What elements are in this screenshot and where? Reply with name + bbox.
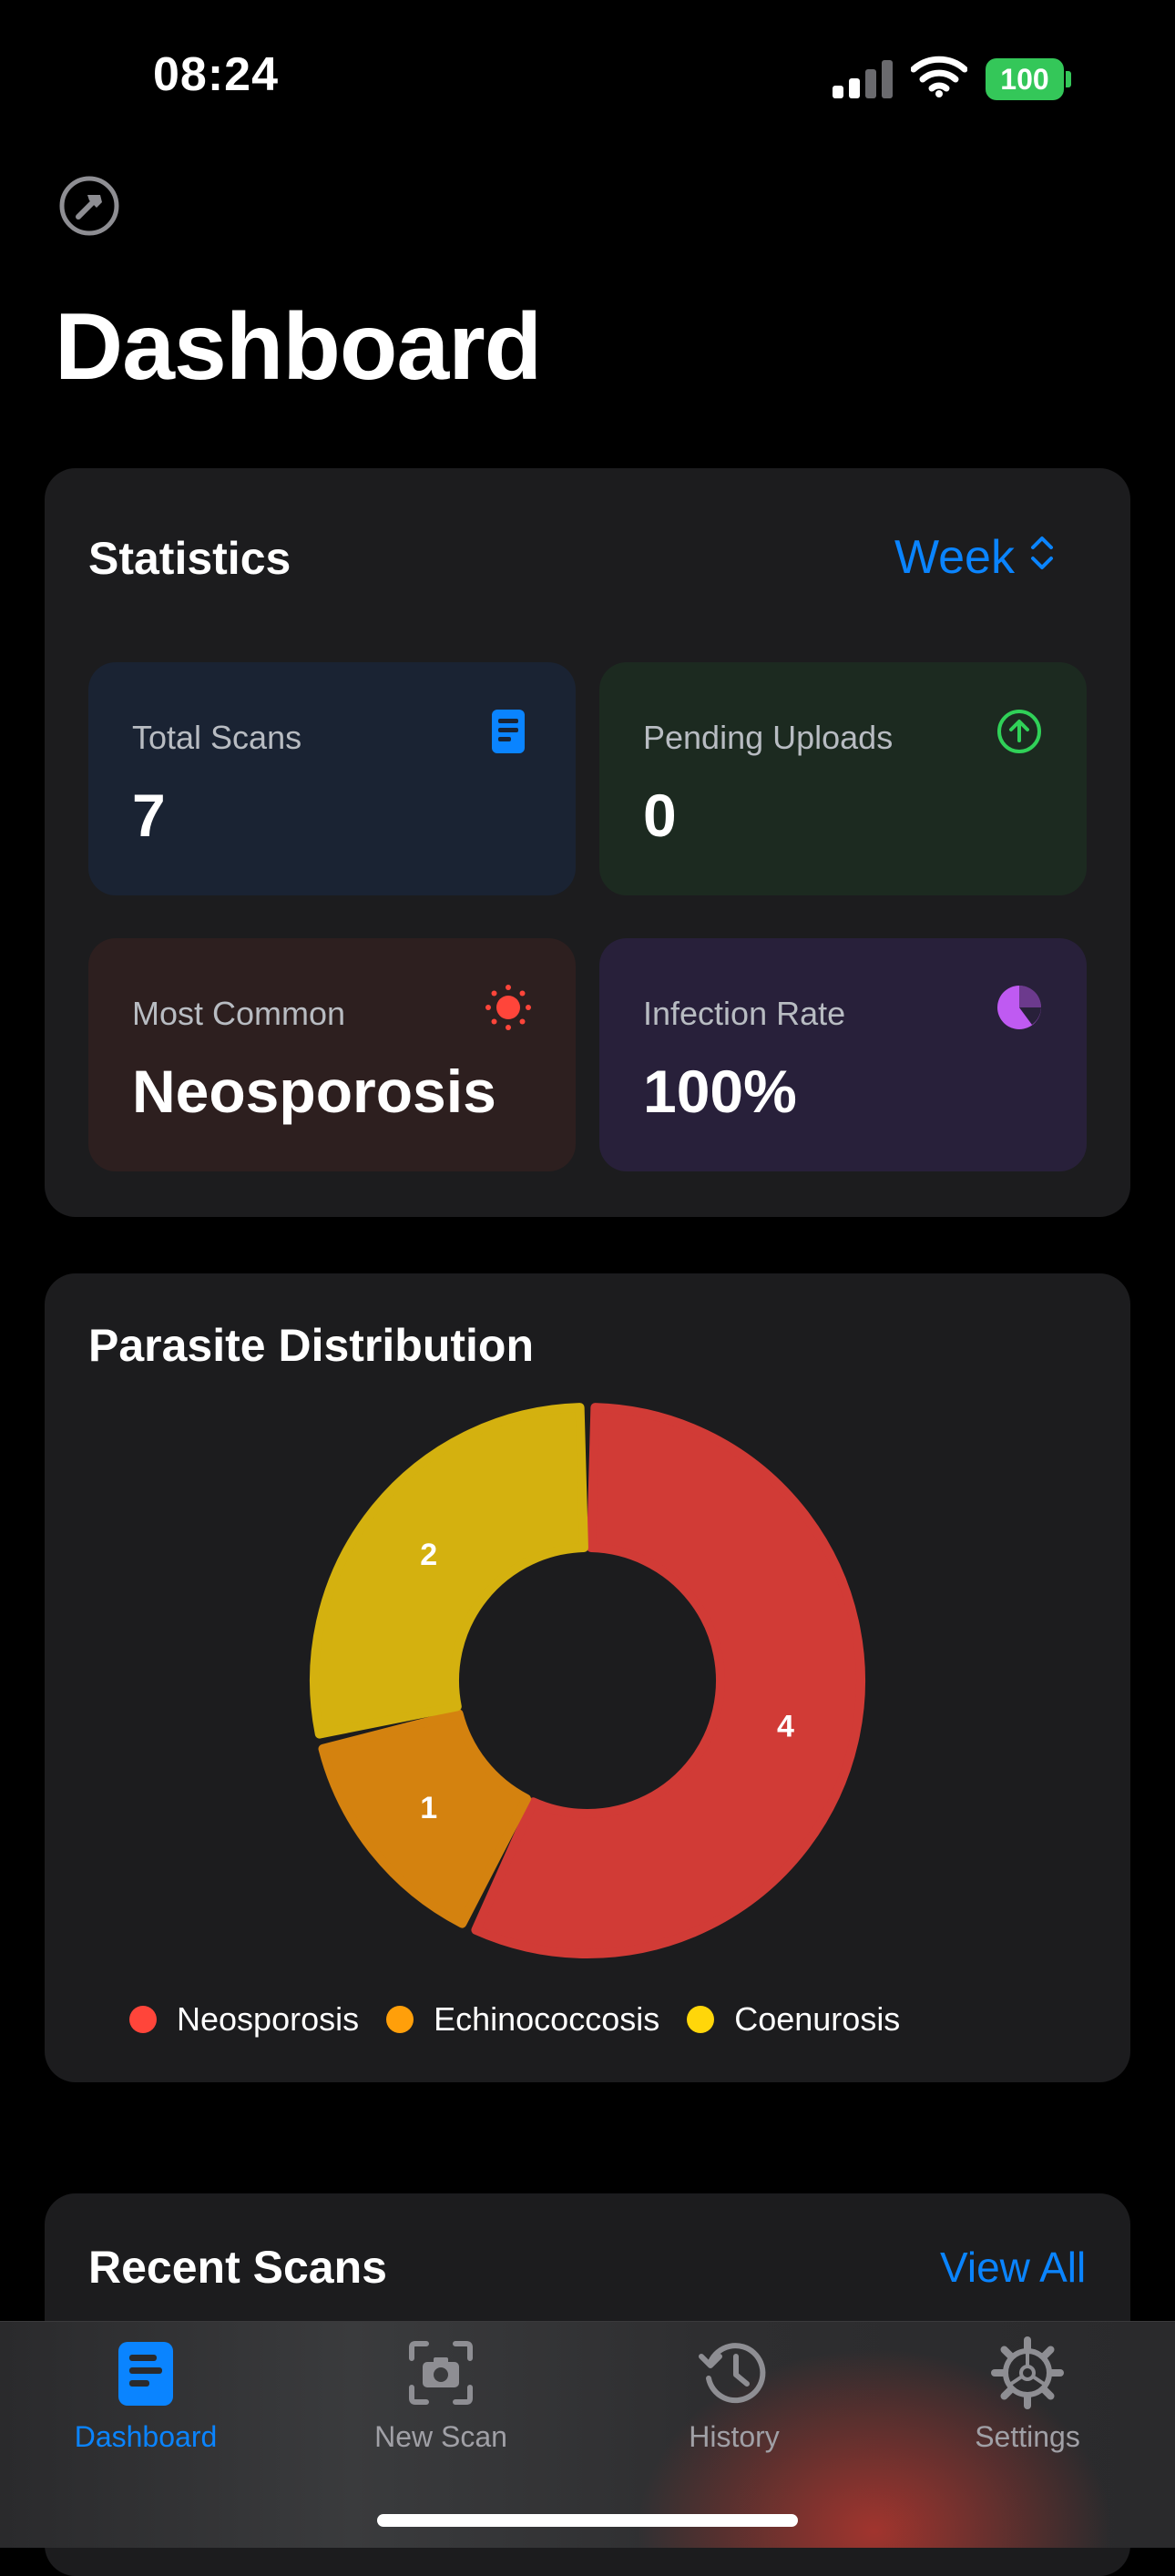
history-icon (699, 2343, 766, 2404)
wifi-icon (910, 55, 968, 98)
tab-label: History (689, 2420, 780, 2453)
donut-value-label: 1 (420, 1791, 437, 1825)
pending-uploads-tile: Pending Uploads 0 (599, 662, 1087, 895)
view-all-link[interactable]: View All (940, 2243, 1086, 2292)
legend-label: Echinococcosis (434, 2000, 660, 2038)
pending-uploads-label: Pending Uploads (643, 719, 894, 756)
period-selector[interactable]: Week (894, 530, 1055, 585)
tab-dashboard[interactable]: Dashboard (36, 2336, 255, 2454)
most-common-value: Neosporosis (132, 1058, 496, 1125)
parasite-donut-chart: 4 1 2 (310, 1403, 865, 1958)
tab-history[interactable]: History (625, 2336, 843, 2454)
virus-icon (485, 984, 532, 1031)
legend-item-neosporosis: Neosporosis (129, 2000, 359, 2039)
battery-indicator: 100 (986, 58, 1073, 100)
gear-icon (991, 2336, 1064, 2409)
statistics-title: Statistics (88, 533, 291, 584)
pending-uploads-value: 0 (643, 782, 677, 849)
tab-label: Settings (975, 2420, 1080, 2453)
hammer-icon[interactable] (58, 175, 120, 237)
legend-item-coenurosis: Coenurosis (687, 2000, 900, 2039)
cellular-signal-icon (833, 58, 894, 98)
donut-value-label: 2 (420, 1538, 437, 1572)
donut-value-label: 4 (777, 1710, 794, 1744)
tab-new-scan[interactable]: New Scan (332, 2336, 550, 2454)
battery-level: 100 (986, 58, 1064, 100)
status-time: 08:24 (153, 48, 279, 101)
tab-settings[interactable]: Settings (918, 2336, 1137, 2454)
legend-dot (129, 2006, 157, 2033)
total-scans-tile: Total Scans 7 (88, 662, 576, 895)
total-scans-label: Total Scans (132, 719, 302, 756)
pie-chart-icon (996, 984, 1043, 1031)
camera-icon (409, 2341, 473, 2405)
distribution-title: Parasite Distribution (88, 1320, 534, 1371)
donut-slice-coenurosis[interactable] (310, 1403, 588, 1739)
infection-rate-tile: Infection Rate 100% (599, 938, 1087, 1171)
upload-arrow-icon (996, 708, 1043, 755)
home-indicator[interactable] (377, 2514, 798, 2527)
most-common-tile: Most Common Neosporosis (88, 938, 576, 1171)
period-label: Week (894, 531, 1015, 584)
legend-label: Neosporosis (177, 2000, 360, 2038)
dashboard-icon (118, 2342, 173, 2406)
tab-label: New Scan (374, 2420, 507, 2453)
most-common-label: Most Common (132, 995, 346, 1032)
legend-label: Coenurosis (734, 2000, 901, 2038)
legend-dot (687, 2006, 715, 2033)
tab-label: Dashboard (74, 2420, 218, 2453)
recent-scans-title: Recent Scans (88, 2242, 387, 2293)
infection-rate-label: Infection Rate (643, 995, 846, 1032)
document-icon (485, 708, 532, 755)
page-title: Dashboard (55, 294, 542, 400)
legend-item-echinococcosis: Echinococcosis (386, 2000, 659, 2039)
chevron-up-down-icon (1029, 530, 1055, 585)
legend-dot (386, 2006, 414, 2033)
total-scans-value: 7 (132, 782, 166, 849)
infection-rate-value: 100% (643, 1058, 797, 1125)
chart-legend: Neosporosis Echinococcosis Coenurosis (129, 2000, 927, 2039)
